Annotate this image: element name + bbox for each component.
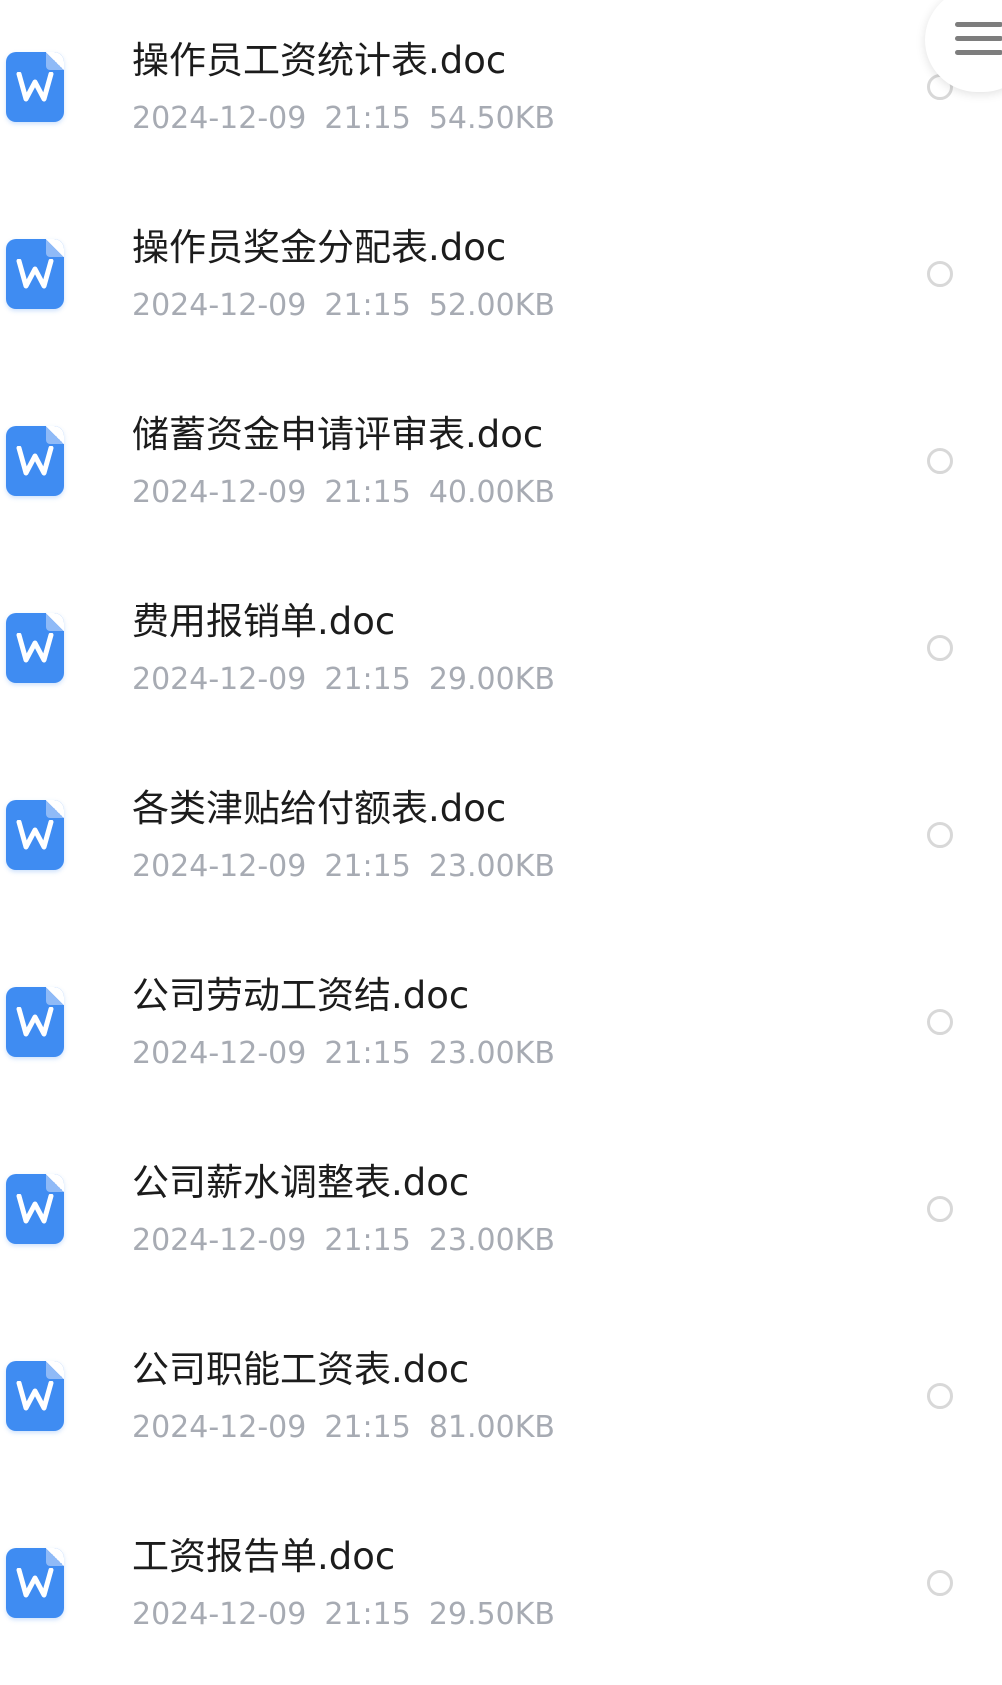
file-name: 公司劳动工资结.doc bbox=[132, 974, 470, 1017]
file-time: 21:15 bbox=[324, 1223, 411, 1258]
file-size: 40.00KB bbox=[428, 475, 555, 510]
word-doc-icon bbox=[6, 1174, 64, 1244]
file-name: 公司职能工资表.doc bbox=[132, 1348, 470, 1391]
file-time: 21:15 bbox=[324, 1410, 411, 1445]
file-list-item[interactable]: 操作员工资统计表.doc 2024-12-09 21:15 54.50KB bbox=[0, 0, 1002, 187]
file-name: 费用报销单.doc bbox=[132, 600, 396, 643]
file-list-item[interactable]: 各类津贴给付额表.doc 2024-12-09 21:15 23.00KB bbox=[0, 748, 1002, 935]
file-list-item[interactable]: 公司薪水调整表.doc 2024-12-09 21:15 23.00KB bbox=[0, 1122, 1002, 1309]
word-doc-icon bbox=[6, 800, 64, 870]
file-name: 工资报告单.doc bbox=[132, 1535, 396, 1578]
file-meta: 2024-12-09 21:15 29.50KB bbox=[132, 1600, 573, 1630]
file-list-item[interactable]: 公司职能工资表.doc 2024-12-09 21:15 81.00KB bbox=[0, 1309, 1002, 1496]
file-list: 操作员工资统计表.doc 2024-12-09 21:15 54.50KB 操作员奖… bbox=[0, 0, 1002, 1685]
file-size: 52.00KB bbox=[428, 288, 555, 323]
file-name: 公司薪水调整表.doc bbox=[132, 1161, 470, 1204]
word-doc-icon bbox=[6, 426, 64, 496]
file-list-item[interactable]: 操作员奖金分配表.doc 2024-12-09 21:15 52.00KB bbox=[0, 187, 1002, 374]
file-time: 21:15 bbox=[324, 288, 411, 323]
file-time: 21:15 bbox=[324, 1036, 411, 1071]
file-time: 21:15 bbox=[324, 849, 411, 884]
word-doc-icon bbox=[6, 1548, 64, 1618]
file-meta: 2024-12-09 21:15 52.00KB bbox=[132, 291, 573, 321]
file-name: 操作员工资统计表.doc bbox=[132, 39, 507, 82]
word-doc-icon bbox=[6, 239, 64, 309]
file-meta: 2024-12-09 21:15 23.00KB bbox=[132, 852, 573, 882]
select-radio[interactable] bbox=[927, 1009, 953, 1035]
word-doc-icon bbox=[6, 987, 64, 1057]
select-radio[interactable] bbox=[927, 822, 953, 848]
file-meta: 2024-12-09 21:15 40.00KB bbox=[132, 478, 573, 508]
select-radio[interactable] bbox=[927, 1196, 953, 1222]
file-meta: 2024-12-09 21:15 29.00KB bbox=[132, 665, 573, 695]
file-date: 2024-12-09 bbox=[132, 475, 307, 510]
file-name: 各类津贴给付额表.doc bbox=[132, 787, 507, 830]
file-date: 2024-12-09 bbox=[132, 1036, 307, 1071]
file-time: 21:15 bbox=[324, 662, 411, 697]
file-meta: 2024-12-09 21:15 81.00KB bbox=[132, 1413, 573, 1443]
file-list-item[interactable]: 储蓄资金申请评审表.doc 2024-12-09 21:15 40.00KB bbox=[0, 374, 1002, 561]
file-size: 54.50KB bbox=[428, 101, 555, 136]
select-radio[interactable] bbox=[927, 1383, 953, 1409]
file-meta: 2024-12-09 21:15 23.00KB bbox=[132, 1039, 573, 1069]
file-date: 2024-12-09 bbox=[132, 662, 307, 697]
file-list-item[interactable]: 公司劳动工资结.doc 2024-12-09 21:15 23.00KB bbox=[0, 935, 1002, 1122]
file-date: 2024-12-09 bbox=[132, 1223, 307, 1258]
file-size: 23.00KB bbox=[428, 1223, 555, 1258]
file-name: 储蓄资金申请评审表.doc bbox=[132, 413, 544, 456]
file-time: 21:15 bbox=[324, 475, 411, 510]
word-doc-icon bbox=[6, 613, 64, 683]
file-time: 21:15 bbox=[324, 1597, 411, 1632]
file-date: 2024-12-09 bbox=[132, 849, 307, 884]
word-doc-icon bbox=[6, 52, 64, 122]
file-size: 29.50KB bbox=[428, 1597, 555, 1632]
file-date: 2024-12-09 bbox=[132, 288, 307, 323]
file-size: 23.00KB bbox=[428, 849, 555, 884]
file-size: 29.00KB bbox=[428, 662, 555, 697]
word-doc-icon bbox=[6, 1361, 64, 1431]
file-date: 2024-12-09 bbox=[132, 101, 307, 136]
file-meta: 2024-12-09 21:15 54.50KB bbox=[132, 104, 573, 134]
file-size: 23.00KB bbox=[428, 1036, 555, 1071]
file-size: 81.00KB bbox=[428, 1410, 555, 1445]
file-name: 操作员奖金分配表.doc bbox=[132, 226, 507, 269]
file-list-item[interactable]: 费用报销单.doc 2024-12-09 21:15 29.00KB bbox=[0, 561, 1002, 748]
select-radio[interactable] bbox=[927, 448, 953, 474]
file-time: 21:15 bbox=[324, 101, 411, 136]
file-date: 2024-12-09 bbox=[132, 1597, 307, 1632]
file-date: 2024-12-09 bbox=[132, 1410, 307, 1445]
select-radio[interactable] bbox=[927, 1570, 953, 1596]
select-radio[interactable] bbox=[927, 635, 953, 661]
select-radio[interactable] bbox=[927, 261, 953, 287]
file-meta: 2024-12-09 21:15 23.00KB bbox=[132, 1226, 573, 1256]
file-list-item[interactable]: 工资报告单.doc 2024-12-09 21:15 29.50KB bbox=[0, 1496, 1002, 1683]
